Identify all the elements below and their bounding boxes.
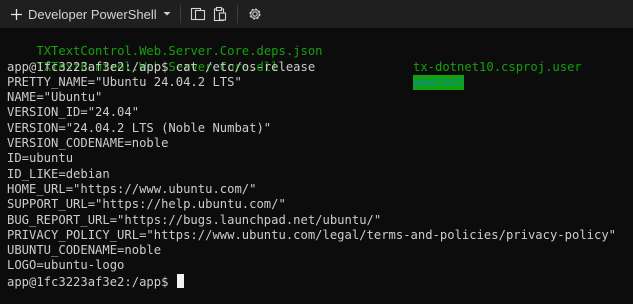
terminal-prompt-line: app@1fc3223af3e2:/app$ cat /etc/os-relea… bbox=[7, 59, 316, 74]
terminal-line: LOGO=ubuntu-logo bbox=[7, 258, 125, 273]
clipboard-icon bbox=[213, 6, 226, 22]
terminal-line: ID_LIKE=debian bbox=[7, 166, 110, 181]
terminal-line-listing-1: TXTextControl.Web.Server.Core.deps.json … bbox=[7, 29, 631, 73]
terminal-line: SUPPORT_URL="https://help.ubuntu.com/" bbox=[7, 197, 286, 212]
terminal-line: PRETTY_NAME="Ubuntu 24.04.2 LTS" bbox=[7, 74, 242, 89]
gear-icon bbox=[249, 8, 261, 20]
split-pane-button[interactable] bbox=[187, 3, 209, 25]
terminal-line: PRIVACY_POLICY_URL="https://www.ubuntu.c… bbox=[7, 227, 617, 242]
terminal-cursor bbox=[176, 273, 184, 288]
clipboard-button[interactable] bbox=[209, 3, 231, 25]
plus-icon bbox=[10, 8, 22, 20]
profile-label[interactable]: Developer PowerShell bbox=[28, 7, 157, 22]
terminal-line: ID=ubuntu bbox=[7, 151, 74, 166]
terminal-line: NAME="Ubuntu" bbox=[7, 90, 103, 105]
terminal-prompt: app@1fc3223af3e2:/app$ bbox=[7, 274, 176, 289]
terminal-line: VERSION_CODENAME=noble bbox=[7, 136, 169, 151]
terminal-input-line[interactable]: app@1fc3223af3e2:/app$ bbox=[7, 273, 631, 289]
profile-dropdown-button[interactable] bbox=[160, 3, 174, 25]
new-tab-button[interactable] bbox=[6, 3, 26, 25]
terminal-line-listing-2: TXTextControl.Web.Server.Core.dll wwwroo… bbox=[7, 44, 631, 91]
terminal-line: VERSION="24.04.2 LTS (Noble Numbat)" bbox=[7, 120, 272, 135]
terminal-line: UBUNTU_CODENAME=noble bbox=[7, 243, 162, 258]
settings-button[interactable] bbox=[244, 3, 266, 25]
split-pane-icon bbox=[190, 7, 205, 21]
terminal-output[interactable]: TXTextControl.Web.Server.Core.deps.json … bbox=[7, 29, 631, 303]
terminal-tab-bar: Developer PowerShell bbox=[0, 0, 633, 28]
toolbar-divider bbox=[236, 5, 238, 23]
terminal-line: BUG_REPORT_URL="https://bugs.launchpad.n… bbox=[7, 212, 382, 227]
toolbar-divider bbox=[179, 5, 181, 23]
terminal-line: HOME_URL="https://www.ubuntu.com/" bbox=[7, 181, 257, 196]
terminal-line: VERSION_ID="24.04" bbox=[7, 105, 140, 120]
chevron-down-icon bbox=[163, 12, 171, 16]
